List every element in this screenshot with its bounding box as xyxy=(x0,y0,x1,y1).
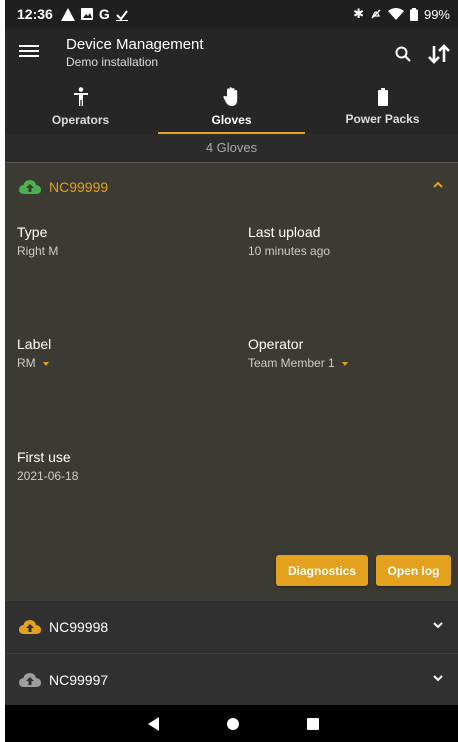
bluetooth-icon: ✱ xyxy=(353,6,364,21)
app-bar: Device Management Demo installation xyxy=(5,28,458,80)
operator-label: Operator xyxy=(248,336,304,352)
chevron-down-icon[interactable] xyxy=(432,619,444,631)
tab-gloves[interactable]: Gloves xyxy=(156,80,307,134)
glove-code: NC99999 xyxy=(49,179,109,195)
type-label: Type xyxy=(17,224,48,240)
glove-card-collapsed: NC99997 xyxy=(5,653,458,706)
tab-label: Power Packs xyxy=(345,112,420,126)
status-time: 12:36 xyxy=(17,6,53,22)
label-label: Label xyxy=(17,336,52,352)
cloud-upload-icon xyxy=(19,672,41,688)
dropdown-arrow-icon xyxy=(341,361,348,366)
open-log-button[interactable]: Open log xyxy=(376,555,451,586)
wifi-icon xyxy=(387,8,404,20)
battery-pack-icon xyxy=(377,88,388,106)
recents-icon[interactable] xyxy=(293,705,333,742)
first-use-label: First use xyxy=(17,449,71,465)
system-nav-bar xyxy=(5,705,458,742)
chevron-up-icon[interactable] xyxy=(432,179,444,191)
mute-icon xyxy=(371,9,381,19)
home-icon[interactable] xyxy=(213,705,253,742)
dropdown-arrow-icon xyxy=(42,361,49,366)
status-left-icons: G xyxy=(60,6,128,22)
glove-code: NC99998 xyxy=(49,619,109,635)
glove-header[interactable]: NC99997 xyxy=(5,656,458,704)
person-icon xyxy=(73,87,88,106)
glove-header[interactable]: NC99999 xyxy=(5,163,458,211)
last-upload-value: 10 minutes ago xyxy=(248,244,331,258)
app-frame: 12:36 G ✱ 99% Device Management Demo ins… xyxy=(5,0,458,742)
tab-label: Operators xyxy=(51,113,110,127)
battery-percent: 99% xyxy=(423,6,450,22)
battery-icon xyxy=(409,7,418,21)
alert-icon xyxy=(60,7,75,21)
tab-power-packs[interactable]: Power Packs xyxy=(307,80,458,134)
hand-icon xyxy=(222,87,237,106)
operator-dropdown[interactable]: Team Member 1 xyxy=(248,356,348,370)
label-dropdown[interactable]: RM xyxy=(17,356,49,370)
chevron-down-icon[interactable] xyxy=(432,672,444,684)
tab-operators[interactable]: Operators xyxy=(5,80,156,134)
diagnostics-button[interactable]: Diagnostics xyxy=(276,555,368,586)
operator-value: Team Member 1 xyxy=(248,356,335,370)
cloud-upload-icon xyxy=(19,179,41,195)
tab-label: Gloves xyxy=(211,113,252,127)
sort-icon[interactable] xyxy=(425,40,453,68)
google-icon: G xyxy=(98,6,110,22)
type-value: Right M xyxy=(17,244,59,258)
glove-card-expanded: NC99999 Type Right M Last upload 10 minu… xyxy=(5,163,458,600)
status-bar: 12:36 G ✱ 99% xyxy=(5,0,458,28)
tab-bar: Operators Gloves Power Packs xyxy=(5,80,458,134)
page-title: Device Management xyxy=(66,36,204,53)
glove-count: 4 Gloves xyxy=(5,134,458,163)
cloud-upload-icon xyxy=(19,619,41,635)
back-icon[interactable] xyxy=(134,705,174,742)
download-icon xyxy=(115,9,128,21)
glove-header[interactable]: NC99998 xyxy=(5,603,458,651)
last-upload-label: Last upload xyxy=(248,224,321,240)
label-value: RM xyxy=(17,356,36,370)
glove-card-collapsed: NC99998 xyxy=(5,600,458,653)
page-subtitle: Demo installation xyxy=(66,55,159,69)
status-right-icons: ✱ 99% xyxy=(353,0,450,28)
first-use-value: 2021-06-18 xyxy=(17,469,79,483)
search-icon[interactable] xyxy=(389,40,417,68)
menu-icon[interactable] xyxy=(19,42,39,60)
glove-code: NC99997 xyxy=(49,672,109,688)
image-icon xyxy=(80,8,93,20)
